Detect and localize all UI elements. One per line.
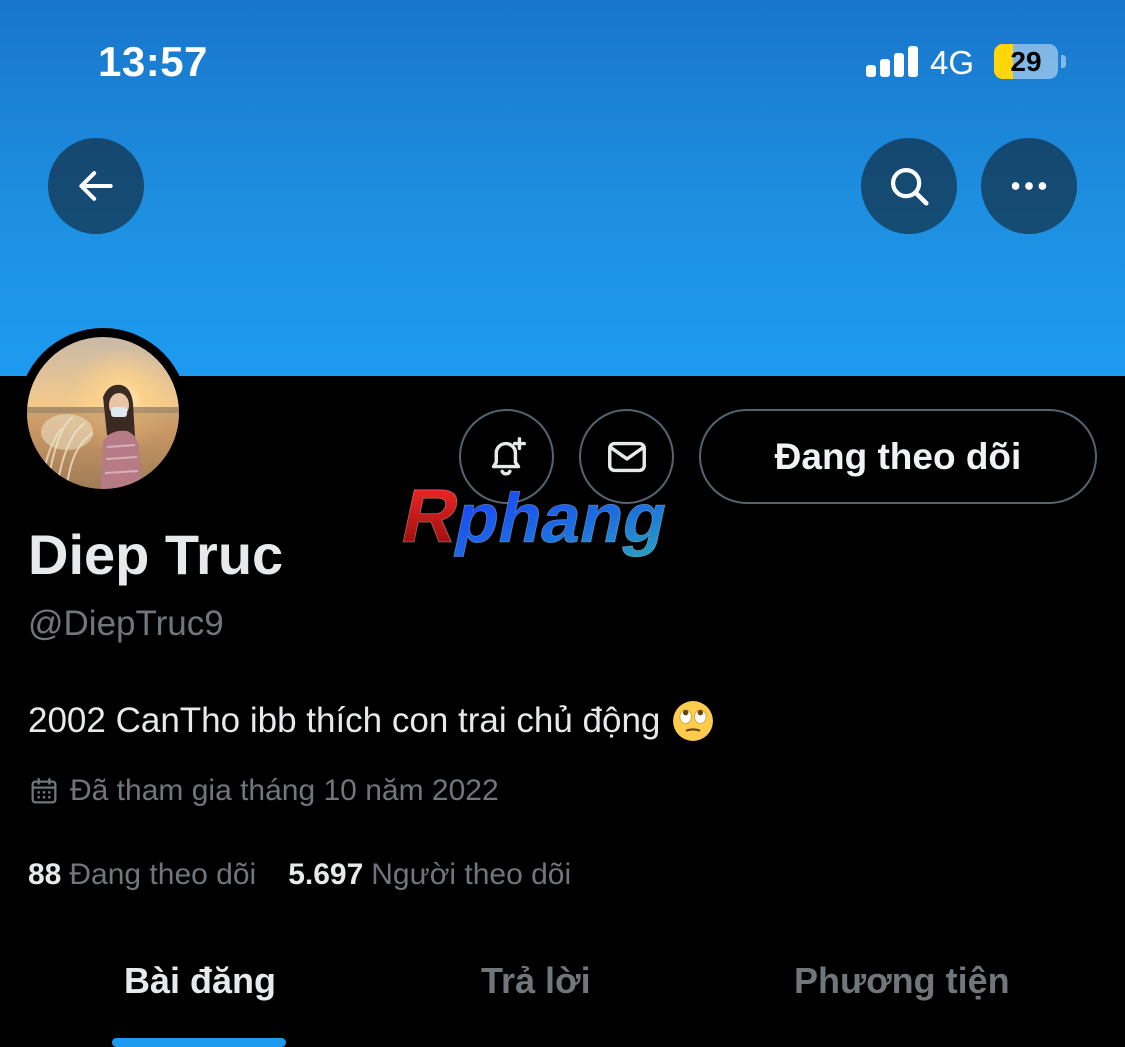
bio-text: 2002 CanTho ibb thích con trai chủ động (28, 701, 661, 740)
more-options-button[interactable] (981, 138, 1077, 234)
battery-icon: 29 (994, 44, 1058, 79)
envelope-icon (607, 441, 646, 472)
join-date: Đã tham gia tháng 10 năm 2022 (28, 774, 499, 808)
cellular-signal-icon (866, 45, 918, 77)
watermark-logo: R phang (394, 473, 734, 568)
active-tab-indicator (112, 1038, 286, 1047)
followers-count: 5.697 (288, 858, 364, 891)
followers-stat-label: Người theo dõi (371, 858, 572, 891)
profile-screen: 13:57 4G 29 Đang theo dõi R phang Diep T… (0, 0, 1125, 1047)
following-stat[interactable]: 88 Đang theo dõi (28, 858, 256, 892)
battery-level: 29 (1010, 45, 1042, 77)
svg-text:phang: phang (449, 479, 676, 557)
bio: 2002 CanTho ibb thích con trai chủ động (28, 700, 714, 742)
bell-plus-icon (491, 436, 526, 476)
display-name: Diep Truc (28, 523, 284, 586)
following-count: 88 (28, 858, 62, 891)
avatar-photo (27, 337, 179, 489)
battery-nub (1061, 55, 1066, 68)
tab-replies[interactable]: Trả lời (481, 960, 591, 1002)
calendar-icon (31, 777, 57, 804)
user-handle: @DiepTruc9 (28, 604, 224, 643)
tab-media[interactable]: Phương tiện (794, 960, 1010, 1002)
status-time: 13:57 (98, 38, 208, 85)
search-button[interactable] (861, 138, 957, 234)
more-horizontal-icon (1011, 182, 1047, 190)
join-date-text: Đã tham gia tháng 10 năm 2022 (70, 774, 499, 807)
followers-stat[interactable]: 5.697 Người theo dõi (288, 858, 571, 892)
search-icon (890, 167, 929, 206)
arrow-left-icon (79, 171, 113, 201)
network-type: 4G (930, 44, 975, 81)
back-button[interactable] (48, 138, 144, 234)
following-stat-label: Đang theo dõi (69, 858, 257, 891)
following-button[interactable]: Đang theo dõi (699, 409, 1097, 504)
tab-posts[interactable]: Bài đăng (124, 960, 276, 1002)
avatar[interactable] (27, 337, 179, 489)
follow-stats: 88 Đang theo dõi 5.697 Người theo dõi (28, 858, 571, 892)
rolling-eyes-emoji-icon (673, 701, 714, 741)
